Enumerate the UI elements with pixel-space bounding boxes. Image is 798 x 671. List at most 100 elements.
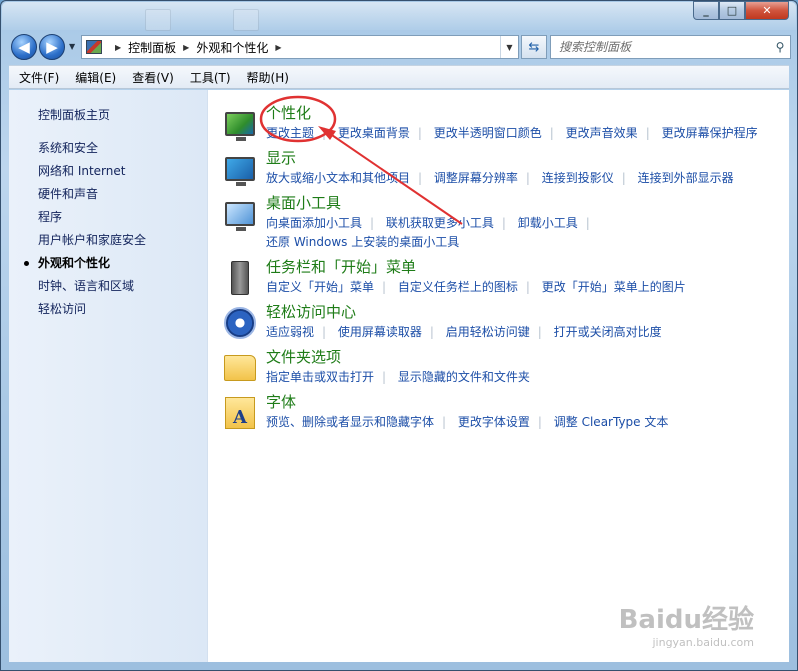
category-body: 字体 预览、删除或者显示和隐藏字体 | 更改字体设置 | 调整 ClearType 文… [266, 389, 786, 432]
sidebar-item[interactable]: 轻松访问 [9, 298, 207, 321]
task-link[interactable]: 更改屏幕保护程序 [662, 126, 758, 140]
search-box[interactable]: ⚲ [550, 35, 791, 59]
task-link[interactable]: 更改半透明窗口颜色 [434, 126, 542, 140]
gadgets-icon-graphic [225, 202, 255, 231]
ease-of-access-icon[interactable] [222, 305, 258, 341]
task-link[interactable]: 调整 ClearType 文本 [554, 415, 669, 429]
display-icon-graphic [225, 157, 255, 186]
fonts-icon[interactable]: A [222, 395, 258, 431]
link-separator: | [501, 216, 506, 230]
category-title-link[interactable]: 轻松访问中心 [266, 301, 786, 323]
task-link[interactable]: 预览、删除或者显示和隐藏字体 [266, 415, 434, 429]
caption-buttons: _ □ ✕ [693, 1, 789, 20]
task-link[interactable]: 放大或缩小文本和其他项目 [266, 171, 410, 185]
category-title-link[interactable]: 显示 [266, 147, 786, 169]
sidebar-item[interactable]: 时钟、语言和区域 [9, 275, 207, 298]
link-separator: | [525, 280, 530, 294]
task-link[interactable]: 调整屏幕分辨率 [434, 171, 518, 185]
category-title-link[interactable]: 任务栏和「开始」菜单 [266, 256, 786, 278]
task-link[interactable]: 指定单击或双击打开 [266, 370, 374, 384]
sidebar-item[interactable]: 系统和安全 [9, 137, 207, 160]
chevron-right-icon[interactable]: ▶ [115, 43, 121, 52]
taskbar-icon[interactable] [222, 260, 258, 296]
link-separator: | [442, 415, 447, 429]
gadgets-icon[interactable] [222, 196, 258, 232]
sidebar-item-label: 程序 [38, 210, 63, 224]
task-link[interactable]: 联机获取更多小工具 [386, 216, 494, 230]
task-link[interactable]: 打开或关闭高对比度 [554, 325, 662, 339]
display-icon[interactable] [222, 151, 258, 187]
link-separator: | [621, 171, 626, 185]
sidebar-item[interactable]: 用户帐户和家庭安全 [9, 229, 207, 252]
main-content: 个性化 更改主题 | 更改桌面背景 | 更改半透明窗口颜色 | 更改声音效果 | 更改屏幕… [208, 90, 789, 662]
title-glow [2, 2, 796, 30]
menu-item[interactable]: 编辑(E) [67, 69, 124, 86]
breadcrumb-appearance[interactable]: 外观和个性化 [196, 39, 268, 56]
sidebar-item[interactable]: 网络和 Internet [9, 160, 207, 183]
task-link[interactable]: 更改「开始」菜单上的图片 [542, 280, 686, 294]
watermark: Baidu经验 jingyan.baidu.com [619, 599, 754, 649]
category-title-link[interactable]: 个性化 [266, 102, 786, 124]
category-task-links: 更改主题 | 更改桌面背景 | 更改半透明窗口颜色 | 更改声音效果 | 更改屏幕保护程… [266, 124, 786, 143]
forward-button[interactable]: ▶ [39, 34, 65, 60]
task-link[interactable]: 适应弱视 [266, 325, 314, 339]
address-dropdown-icon[interactable]: ▼ [500, 36, 518, 58]
category-body: 显示 放大或缩小文本和其他项目 | 调整屏幕分辨率 | 连接到投影仪 | 连接到外部显示… [266, 145, 786, 188]
sidebar-item[interactable]: 外观和个性化 [9, 252, 207, 275]
category-body: 文件夹选项 指定单击或双击打开 | 显示隐藏的文件和文件夹 [266, 344, 786, 387]
category-title-link[interactable]: 桌面小工具 [266, 192, 786, 214]
sidebar-home-link[interactable]: 控制面板主页 [9, 104, 207, 127]
sidebar-item[interactable]: 硬件和声音 [9, 183, 207, 206]
close-button[interactable]: ✕ [745, 1, 789, 20]
search-input[interactable] [559, 37, 770, 57]
category-task-links: 预览、删除或者显示和隐藏字体 | 更改字体设置 | 调整 ClearType 文本 [266, 413, 786, 432]
search-icon[interactable]: ⚲ [770, 40, 790, 54]
personalization-icon[interactable] [222, 106, 258, 142]
task-link[interactable]: 更改桌面背景 [338, 126, 410, 140]
task-link[interactable]: 启用轻松访问键 [446, 325, 530, 339]
task-link[interactable]: 显示隐藏的文件和文件夹 [398, 370, 530, 384]
menu-item[interactable]: 文件(F) [11, 69, 67, 86]
folder-options-icon[interactable] [222, 350, 258, 386]
task-link[interactable]: 更改声音效果 [566, 126, 638, 140]
task-link[interactable]: 连接到投影仪 [542, 171, 614, 185]
watermark-url: jingyan.baidu.com [652, 636, 754, 649]
ease-of-access-icon-graphic [224, 307, 256, 339]
task-link[interactable]: 使用屏幕读取器 [338, 325, 422, 339]
menu-item[interactable]: 帮助(H) [239, 69, 297, 86]
task-link[interactable]: 还原 Windows 上安装的桌面小工具 [266, 235, 459, 249]
current-location-bullet-icon [24, 261, 29, 266]
category-task-links: 指定单击或双击打开 | 显示隐藏的文件和文件夹 [266, 368, 786, 387]
sidebar-item-label: 用户帐户和家庭安全 [38, 233, 147, 247]
chevron-right-icon[interactable]: ▶ [183, 43, 189, 52]
category-title-link[interactable]: 文件夹选项 [266, 346, 786, 368]
maximize-button[interactable]: □ [719, 1, 745, 20]
task-link[interactable]: 更改主题 [266, 126, 314, 140]
menu-item[interactable]: 工具(T) [182, 69, 239, 86]
refresh-button[interactable]: ⇆ [521, 35, 547, 59]
chevron-right-icon[interactable]: ▶ [275, 43, 281, 52]
sidebar-item[interactable]: 程序 [9, 206, 207, 229]
address-bar[interactable]: ▶ 控制面板 ▶ 外观和个性化 ▶ ▼ [81, 35, 519, 59]
category-section: A 字体 预览、删除或者显示和隐藏字体 | 更改字体设置 | 调整 ClearType … [222, 389, 789, 432]
folder-options-icon-graphic [224, 355, 256, 381]
category-section: 桌面小工具 向桌面添加小工具 | 联机获取更多小工具 | 卸载小工具 | 还原 Wind… [222, 190, 789, 252]
navigation-bar: ◀ ▶ ▼ ▶ 控制面板 ▶ 外观和个性化 ▶ ▼ ⇆ ⚲ [9, 32, 791, 62]
recent-pages-dropdown-icon[interactable]: ▼ [69, 42, 75, 51]
category-title-link[interactable]: 字体 [266, 391, 786, 413]
task-link[interactable]: 更改字体设置 [458, 415, 530, 429]
back-button[interactable]: ◀ [11, 34, 37, 60]
category-body: 个性化 更改主题 | 更改桌面背景 | 更改半透明窗口颜色 | 更改声音效果 | 更改屏幕… [266, 100, 786, 143]
minimize-button[interactable]: _ [693, 1, 719, 20]
task-link[interactable]: 自定义「开始」菜单 [266, 280, 374, 294]
task-link[interactable]: 卸载小工具 [518, 216, 578, 230]
link-separator: | [525, 171, 530, 185]
menu-item[interactable]: 查看(V) [124, 69, 182, 86]
link-separator: | [537, 325, 542, 339]
category-task-links: 向桌面添加小工具 | 联机获取更多小工具 | 卸载小工具 | 还原 Windows 上… [266, 214, 786, 252]
task-link[interactable]: 连接到外部显示器 [638, 171, 734, 185]
category-section: 任务栏和「开始」菜单 自定义「开始」菜单 | 自定义任务栏上的图标 | 更改「开始」菜… [222, 254, 789, 297]
task-link[interactable]: 自定义任务栏上的图标 [398, 280, 518, 294]
breadcrumb-control-panel[interactable]: 控制面板 [128, 39, 176, 56]
task-link[interactable]: 向桌面添加小工具 [266, 216, 362, 230]
